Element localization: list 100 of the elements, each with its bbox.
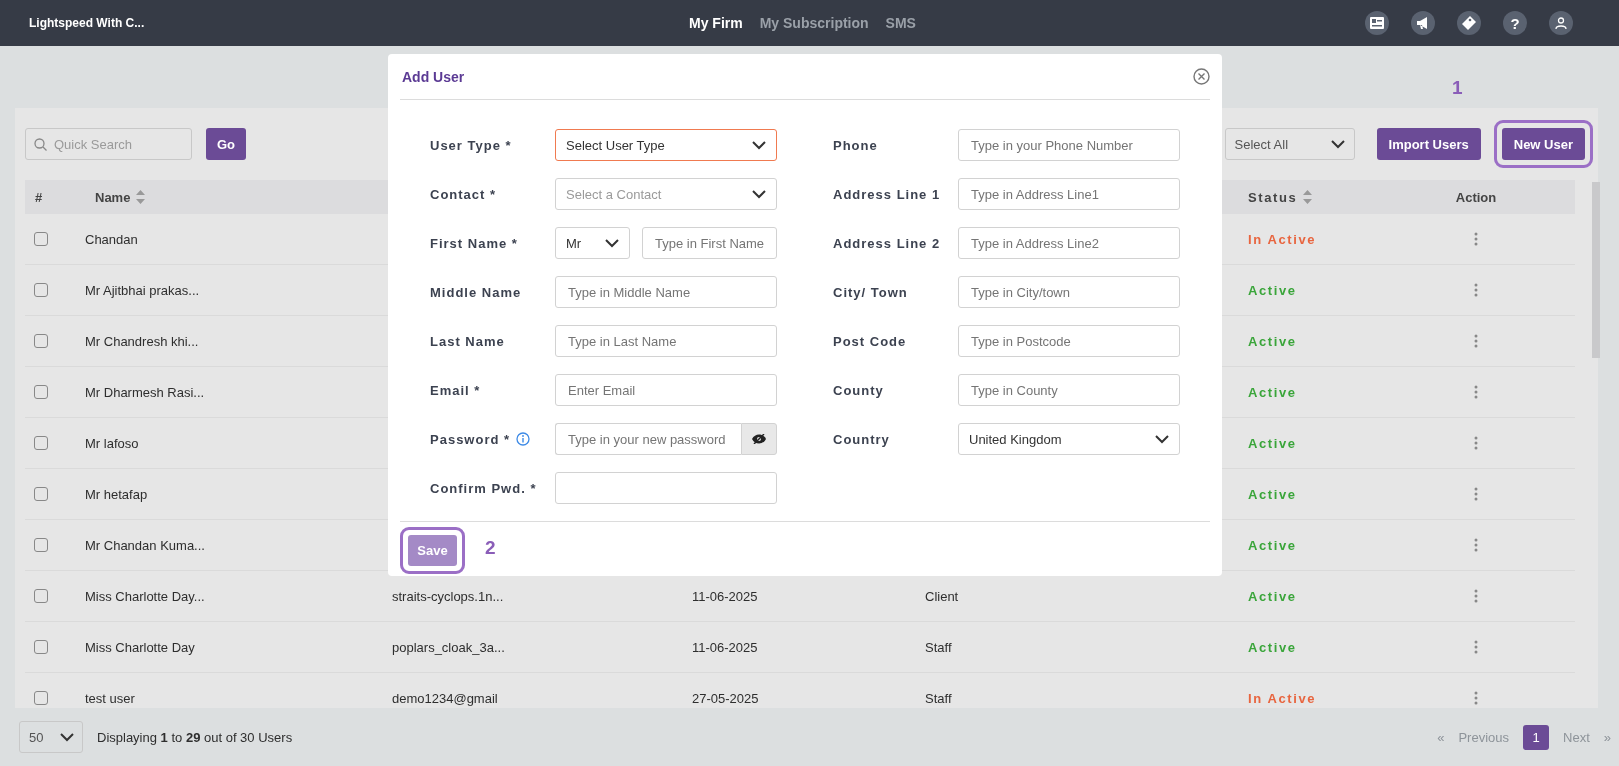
- app-title: Lightspeed With C...: [29, 16, 146, 30]
- status-label: Active: [1248, 435, 1298, 451]
- scrollbar[interactable]: [1592, 182, 1600, 358]
- table-cell-text: Staff: [925, 639, 953, 655]
- table-cell-text: Chandan: [85, 231, 139, 247]
- text-field[interactable]: Type in Last Name: [555, 325, 777, 357]
- row-checkbox[interactable]: [34, 232, 48, 246]
- ticket-icon[interactable]: [1457, 11, 1481, 35]
- chevron-icon: [1155, 434, 1169, 444]
- results-summary: Displaying 1 to 29 out of 30 Users: [97, 729, 293, 745]
- field-label: City/ Town: [833, 284, 908, 300]
- help-icon[interactable]: ?: [1503, 11, 1527, 35]
- more-options-icon[interactable]: [1474, 283, 1478, 297]
- title-select[interactable]: Mr: [555, 227, 630, 259]
- row-checkbox[interactable]: [34, 385, 48, 399]
- text-field[interactable]: Type in City/town: [958, 276, 1180, 308]
- row-checkbox[interactable]: [34, 334, 48, 348]
- more-options-icon[interactable]: [1474, 487, 1478, 501]
- nav-tab[interactable]: SMS: [885, 15, 916, 31]
- status-label: Active: [1248, 588, 1298, 604]
- text-field[interactable]: Enter Email: [555, 374, 777, 406]
- chevron-icon: [60, 732, 74, 742]
- show-password-button[interactable]: [741, 423, 777, 455]
- toolbar-button[interactable]: New User: [1501, 128, 1585, 160]
- status-label: Active: [1248, 333, 1298, 349]
- status-label: Active: [1248, 639, 1298, 655]
- column-header: Action: [1455, 189, 1497, 205]
- eye-slash-icon: [752, 434, 766, 444]
- password-field[interactable]: Type in your new password: [555, 423, 741, 455]
- sort-icon[interactable]: [136, 190, 146, 204]
- text-field[interactable]: Type in First Name: [642, 227, 777, 259]
- field-label: Address Line 2: [833, 235, 941, 251]
- chevron-icon: [1330, 139, 1345, 149]
- table-cell-text: Mr hetafap: [85, 486, 149, 502]
- row-checkbox[interactable]: [34, 589, 48, 603]
- megaphone-icon[interactable]: [1411, 11, 1435, 35]
- table-cell-text: demo1234@gmail: [392, 690, 499, 706]
- table-cell-text: poplars_cloak_3a...: [392, 639, 506, 655]
- field-label: Address Line 1: [833, 186, 941, 202]
- go-button[interactable]: Go: [206, 128, 246, 160]
- table-cell-text: Miss Charlotte Day: [85, 639, 196, 655]
- text-field[interactable]: Type in your Phone Number: [958, 129, 1180, 161]
- column-header: Status: [1248, 189, 1298, 205]
- close-icon[interactable]: [1193, 68, 1210, 85]
- page-number[interactable]: 1: [1523, 724, 1550, 750]
- id-card-icon[interactable]: [1365, 11, 1389, 35]
- more-options-icon[interactable]: [1474, 232, 1478, 246]
- status-label: In Active: [1248, 231, 1318, 247]
- search-icon: [34, 138, 47, 151]
- chevron-icon: [605, 238, 619, 248]
- user-icon[interactable]: [1549, 11, 1573, 35]
- more-options-icon[interactable]: [1474, 589, 1478, 603]
- row-checkbox[interactable]: [34, 436, 48, 450]
- more-options-icon[interactable]: [1474, 436, 1478, 450]
- text-field[interactable]: [555, 472, 777, 504]
- more-options-icon[interactable]: [1474, 691, 1478, 705]
- more-options-icon[interactable]: [1474, 640, 1478, 654]
- status-label: In Active: [1248, 690, 1318, 706]
- field-label: Phone: [833, 137, 878, 153]
- row-checkbox[interactable]: [34, 640, 48, 654]
- row-checkbox[interactable]: [34, 487, 48, 501]
- status-label: Active: [1248, 537, 1298, 553]
- text-field[interactable]: Type in Middle Name: [555, 276, 777, 308]
- text-field[interactable]: Type in Address Line1: [958, 178, 1180, 210]
- nav-tab[interactable]: My Firm: [689, 15, 743, 31]
- field-label: Contact *: [430, 186, 497, 202]
- toolbar-button[interactable]: Import Users: [1376, 128, 1481, 160]
- status-label: Active: [1248, 384, 1298, 400]
- table-cell-text: 11-06-2025: [692, 639, 759, 655]
- field-label: Middle Name: [430, 284, 522, 300]
- select-field[interactable]: United Kingdom: [958, 423, 1180, 455]
- field-label: Post Code: [833, 333, 907, 349]
- page-size-select[interactable]: 50: [19, 721, 83, 753]
- status-label: Active: [1248, 282, 1298, 298]
- more-options-icon[interactable]: [1474, 385, 1478, 399]
- filter-select[interactable]: Select All: [1224, 128, 1355, 160]
- row-checkbox[interactable]: [34, 538, 48, 552]
- nav-tab[interactable]: My Subscription: [759, 15, 869, 31]
- row-checkbox[interactable]: [34, 283, 48, 297]
- text-field[interactable]: Type in Address Line2: [958, 227, 1180, 259]
- field-label: Last Name: [430, 333, 505, 349]
- table-cell-text: Staff: [925, 690, 953, 706]
- more-options-icon[interactable]: [1474, 538, 1478, 552]
- table-cell-text: Miss Charlotte Day...: [85, 588, 206, 604]
- info-icon[interactable]: [516, 432, 531, 446]
- table-cell-text: 11-06-2025: [692, 588, 759, 604]
- row-checkbox[interactable]: [34, 691, 48, 705]
- select-field[interactable]: Select User Type: [555, 129, 777, 161]
- more-options-icon[interactable]: [1474, 334, 1478, 348]
- dialog-title: Add User: [402, 68, 465, 85]
- table-cell-text: Mr lafoso: [85, 435, 140, 451]
- text-field[interactable]: Type in County: [958, 374, 1180, 406]
- status-label: Active: [1248, 486, 1298, 502]
- table-cell-text: Mr Ajitbhai prakas...: [85, 282, 201, 298]
- search-field[interactable]: Quick Search: [26, 129, 191, 159]
- field-label: Country: [833, 431, 890, 447]
- text-field[interactable]: Type in Postcode: [958, 325, 1180, 357]
- callout-number: 2: [485, 537, 496, 559]
- sort-icon[interactable]: [1303, 190, 1313, 204]
- chevron-icon: [752, 189, 766, 199]
